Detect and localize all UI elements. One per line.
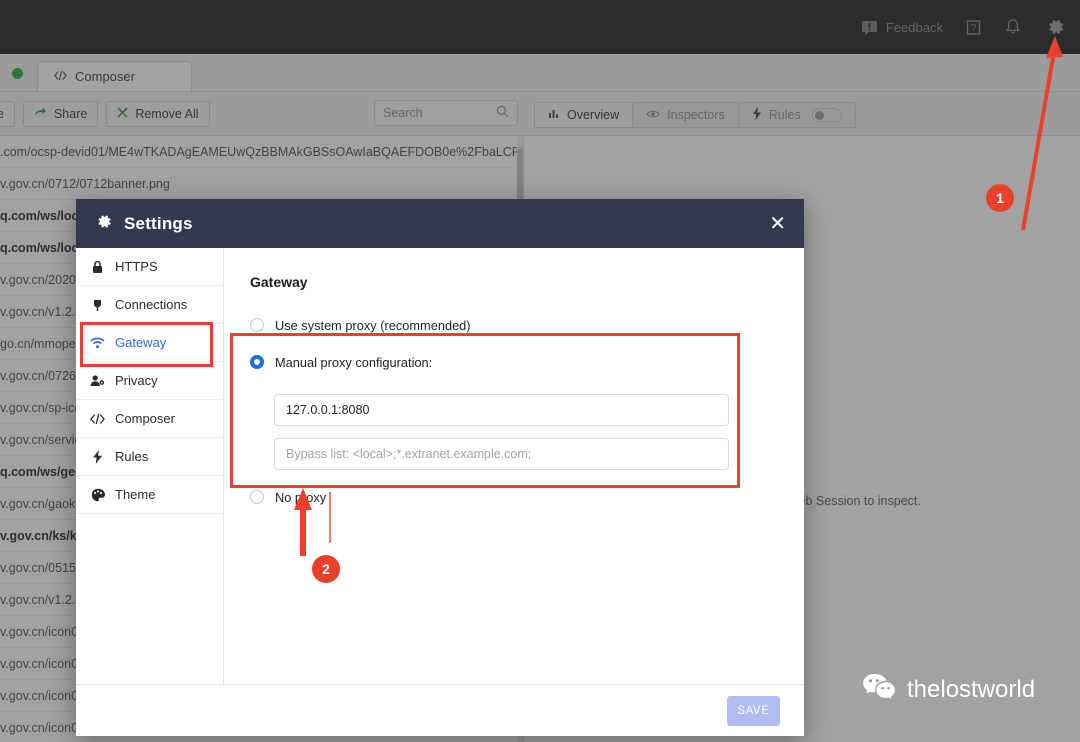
gateway-heading: Gateway [250,274,308,290]
bypass-list-placeholder: Bypass list: <local>;*.extranet.example.… [286,447,532,461]
lightning-bolt-icon [90,449,105,464]
proxy-address-value: 127.0.0.1:8080 [286,403,370,417]
lock-icon [90,260,105,274]
bypass-list-input[interactable]: Bypass list: <local>;*.extranet.example.… [274,438,729,470]
settings-sidebar-item-label: Privacy [115,373,158,388]
annotation-marker-1: 1 [986,184,1014,212]
palette-icon [90,488,105,502]
settings-sidebar-item-label: Theme [115,487,156,502]
settings-sidebar-item-composer[interactable]: Composer [76,400,223,438]
settings-sidebar-item-label: HTTPS [115,259,158,274]
settings-sidebar-item-label: Connections [115,297,188,312]
option-no-proxy-label: No proxy [275,489,327,505]
option-no-proxy[interactable]: No proxy [250,484,780,510]
option-manual-proxy[interactable]: Manual proxy configuration: [250,349,780,375]
settings-sidebar-item-theme[interactable]: Theme [76,476,223,514]
settings-sidebar-item-connections[interactable]: Connections [76,286,223,324]
watermark-label: thelostworld [907,676,1036,703]
settings-dialog-header: Settings ✕ [76,199,804,248]
settings-sidebar-item-https[interactable]: HTTPS [76,248,223,286]
save-button[interactable]: SAVE [727,695,780,726]
settings-sidebar-item-rules[interactable]: Rules [76,438,223,476]
settings-sidebar-item-label: Gateway [115,335,167,350]
close-x-icon[interactable]: ✕ [769,214,786,234]
gear-settings-icon [94,212,113,236]
settings-sidebar: HTTPS Connections Gateway Privacy Composer Ru… [76,248,224,684]
settings-dialog-title: Settings [124,213,193,233]
settings-sidebar-item-privacy[interactable]: Privacy [76,362,223,400]
screen-root: Feedback ? Composer e Share Remove All S… [0,0,1080,742]
settings-dialog: Settings ✕ HTTPS Connections Gateway Privac… [76,199,804,736]
annotation-marker-2: 2 [312,555,340,583]
option-system-proxy[interactable]: Use system proxy (recommended) [250,312,780,338]
proxy-address-input[interactable]: 127.0.0.1:8080 [274,394,729,426]
watermark: thelostworld [862,672,1035,708]
settings-sidebar-item-label: Composer [115,411,175,426]
option-system-proxy-label: Use system proxy (recommended) [275,317,471,333]
plug-icon [90,298,105,312]
radio-manual-proxy[interactable] [250,355,264,369]
user-privacy-icon [90,374,105,387]
settings-sidebar-item-gateway[interactable]: Gateway [76,324,223,362]
settings-dialog-footer: SAVE [76,684,804,736]
settings-sidebar-item-label: Rules [115,449,149,464]
wechat-icon [862,672,896,708]
radio-system-proxy[interactable] [250,318,264,332]
wifi-icon [90,337,105,349]
code-brackets-icon [90,413,105,425]
settings-dialog-body: HTTPS Connections Gateway Privacy Composer Ru… [76,248,804,684]
option-manual-proxy-label: Manual proxy configuration: [275,354,433,370]
settings-panel-gateway: Gateway Use system proxy (recommended) M… [224,248,804,684]
radio-no-proxy[interactable] [250,490,264,504]
